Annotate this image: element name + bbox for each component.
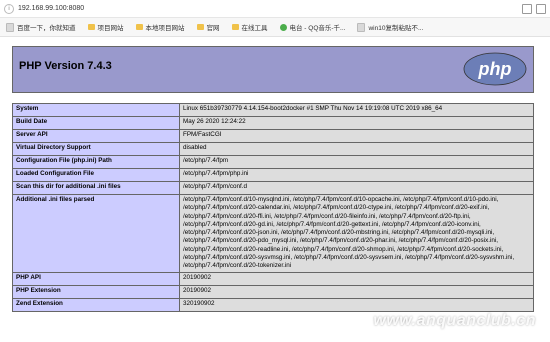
row-key: Configuration File (php.ini) Path: [12, 155, 180, 169]
bookmark-item[interactable]: 本地项目网站: [135, 22, 185, 32]
row-value: 20190902: [179, 284, 534, 299]
bookmark-label: 在线工具: [241, 25, 268, 32]
table-row: Scan this dir for additional .ini files /…: [12, 181, 534, 195]
bookmark-label: win10复制粘贴不...: [368, 25, 424, 32]
bookmark-label: 本地项目网站: [145, 25, 185, 32]
table-row: Virtual Directory Support disabled: [12, 142, 534, 156]
row-value: May 26 2020 12:24:22: [179, 116, 534, 130]
row-key: Build Date: [12, 116, 180, 130]
table-row: Zend Extension 320190902: [12, 297, 534, 312]
page-title: PHP Version 7.4.3: [19, 60, 112, 72]
table-row: Loaded Configuration File/etc/php/7.4/fp…: [12, 168, 534, 182]
row-value: /etc/php/7.4/fpm: [179, 155, 534, 169]
table-row: System Linux 651b39730779 4.14.154-boot2d…: [12, 103, 534, 117]
row-key: Virtual Directory Support: [12, 142, 180, 156]
toolbar-icons: [522, 3, 546, 14]
bookmark-icon: [279, 23, 287, 31]
translate-icon[interactable]: [522, 3, 532, 14]
row-value: Linux 651b39730779 4.14.154-boot2docker …: [179, 103, 534, 117]
bookmark-label: 百度一下，你就知道: [17, 25, 76, 32]
bookmark-item[interactable]: win10复制粘贴不...: [357, 22, 423, 32]
row-key: Zend Extension: [12, 297, 180, 312]
row-value: FPM/FastCGI: [179, 129, 534, 143]
row-value: /etc/php/7.4/fpm/conf.d: [179, 181, 534, 195]
folder-icon: [231, 24, 239, 30]
row-value: 320190902: [179, 297, 534, 312]
bookmark-icon: [6, 22, 14, 32]
bookmark-label: 电台 - QQ音乐-千...: [289, 25, 346, 32]
php-info-table: System Linux 651b39730779 4.14.154-boot2d…: [12, 103, 534, 312]
info-icon[interactable]: i: [4, 3, 14, 14]
php-logo: php: [463, 52, 527, 86]
row-key: Additional .ini files parsed: [12, 194, 180, 273]
bookmark-item[interactable]: 项目网站: [87, 22, 124, 32]
php-header: PHP Version 7.4.3 php: [12, 46, 534, 93]
bookmarks-bar: 百度一下，你就知道 项目网站 本地项目网站 官网 在线工具 电台 - QQ音乐-千... w…: [0, 18, 550, 37]
bookmark-label: 官网: [206, 25, 220, 32]
php-logo-text: php: [478, 59, 512, 79]
folder-icon: [87, 24, 95, 30]
row-value: disabled: [179, 142, 534, 156]
watermark: www.anquanclub.cn: [373, 312, 536, 329]
row-key: PHP Extension: [12, 284, 180, 299]
bookmark-label: 项目网站: [97, 25, 124, 32]
bookmark-item[interactable]: 官网: [196, 22, 220, 32]
table-row: PHP API 20190902: [12, 271, 534, 286]
folder-icon: [135, 24, 143, 30]
row-key: Server API: [12, 129, 180, 143]
row-value: /etc/php/7.4/fpm/conf.d/10-mysqlnd.ini, …: [179, 194, 534, 273]
bookmark-item[interactable]: 在线工具: [231, 22, 268, 32]
table-row: Build Date May 26 2020 12:24:22: [12, 116, 534, 130]
bookmark-item[interactable]: 电台 - QQ音乐-千...: [279, 22, 346, 32]
folder-icon: [196, 24, 204, 30]
row-value: 20190902: [179, 271, 534, 286]
table-row: Additional .ini files parsed/etc/php/7.4…: [12, 194, 534, 273]
row-value: /etc/php/7.4/fpm/php.ini: [179, 168, 534, 182]
table-row: Configuration File (php.ini) Path/etc/ph…: [12, 155, 534, 169]
phpinfo-page: PHP Version 7.4.3 php System Linux 651b39…: [12, 46, 534, 312]
table-row: PHP Extension 20190902: [12, 284, 534, 299]
star-icon[interactable]: [536, 3, 546, 14]
bookmark-item[interactable]: 百度一下，你就知道: [6, 22, 76, 32]
url-text[interactable]: 192.168.99.100:8080: [18, 5, 84, 12]
bookmark-icon: [357, 22, 366, 32]
row-key: Scan this dir for additional .ini files: [12, 181, 180, 195]
row-key: PHP API: [12, 271, 180, 286]
table-row: Server API FPM/FastCGI: [12, 129, 534, 143]
row-key: System: [12, 103, 180, 117]
address-bar[interactable]: i 192.168.99.100:8080: [0, 0, 550, 18]
row-key: Loaded Configuration File: [12, 168, 180, 182]
